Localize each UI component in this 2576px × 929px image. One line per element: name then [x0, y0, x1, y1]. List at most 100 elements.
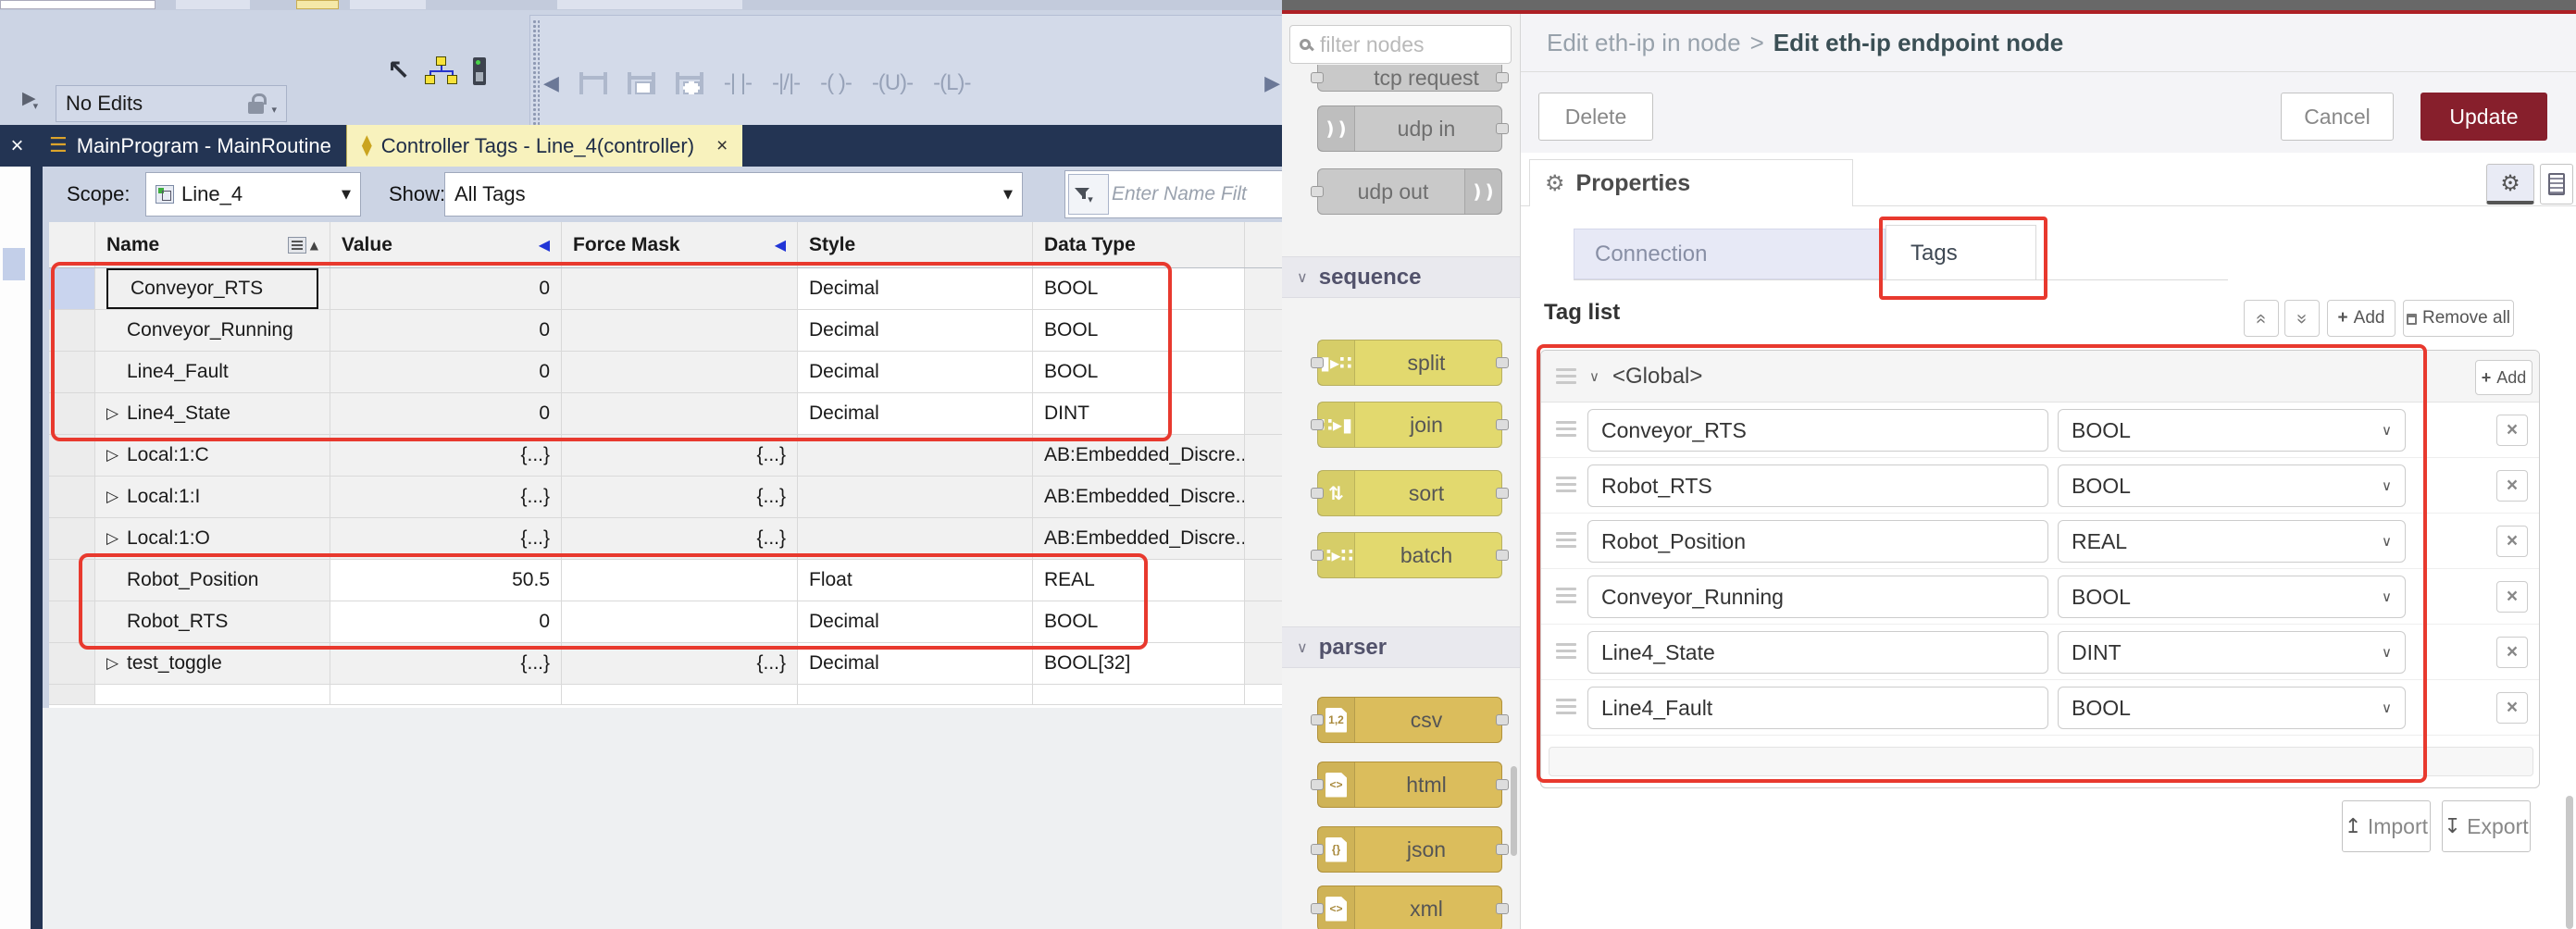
drag-handle-icon[interactable]: [1556, 477, 1576, 492]
output-port[interactable]: [1496, 419, 1509, 430]
row-selector[interactable]: [49, 435, 95, 476]
palette-node-html[interactable]: <>html: [1317, 762, 1502, 808]
sort-options-icon[interactable]: [288, 237, 306, 254]
network-config-icon[interactable]: [425, 56, 458, 86]
output-port[interactable]: [1496, 844, 1509, 855]
tab-connection[interactable]: Connection: [1574, 229, 1885, 279]
remove-tag-button[interactable]: ×: [2496, 692, 2528, 724]
output-port[interactable]: [1496, 123, 1509, 134]
group-add-tag-button[interactable]: +Add: [2475, 360, 2532, 395]
cell-style[interactable]: [798, 435, 1033, 476]
customize-column-icon[interactable]: ◀: [539, 236, 550, 254]
cell-name[interactable]: ▷test_toggle: [95, 643, 330, 684]
tag-name-cell[interactable]: ▷Line4_State: [106, 393, 318, 434]
cell-value[interactable]: 0: [330, 393, 562, 434]
row-selector[interactable]: [49, 477, 95, 517]
table-row[interactable]: ▷Line4_State0DecimalDINT: [49, 393, 1287, 435]
input-port[interactable]: [1311, 844, 1324, 855]
row-selector[interactable]: [49, 601, 95, 642]
table-row[interactable]: Robot_RTS0DecimalBOOL: [49, 601, 1287, 643]
cell-force-mask[interactable]: [562, 268, 798, 309]
cell-force-mask[interactable]: [562, 310, 798, 351]
cell-value[interactable]: {...}: [330, 435, 562, 476]
column-header-force-mask[interactable]: Force Mask ◀: [562, 222, 798, 267]
cell-style[interactable]: Decimal: [798, 643, 1033, 684]
remove-tag-button[interactable]: ×: [2496, 581, 2528, 613]
cell-force-mask[interactable]: {...}: [562, 435, 798, 476]
table-row[interactable]: ▷Local:1:I{...}{...}AB:Embedded_Discre..…: [49, 477, 1287, 518]
remove-tag-button[interactable]: ×: [2496, 526, 2528, 557]
table-row[interactable]: Conveyor_RTS0DecimalBOOL: [49, 268, 1287, 310]
input-port[interactable]: [1311, 72, 1324, 83]
expand-icon[interactable]: ▷: [106, 654, 127, 673]
output-port[interactable]: [1496, 357, 1509, 368]
tag-name-input[interactable]: Robot_Position: [1587, 520, 2048, 563]
drag-handle-icon[interactable]: [1556, 588, 1576, 603]
cell-data-type[interactable]: BOOL: [1033, 310, 1245, 351]
tag-name-cell[interactable]: ▷Local:1:O: [106, 518, 318, 559]
cell-value[interactable]: {...}: [330, 643, 562, 684]
rung-instruction-icon[interactable]: [579, 72, 607, 94]
row-selector[interactable]: [49, 310, 95, 351]
tag-name-input[interactable]: Line4_State: [1587, 631, 2048, 674]
output-port[interactable]: [1496, 714, 1509, 725]
tag-name-cell[interactable]: ▷test_toggle: [106, 643, 318, 684]
sort-widget[interactable]: ▲: [288, 237, 318, 254]
tab-controller-tags[interactable]: ⧫ Controller Tags - Line_4(controller) ×: [346, 125, 742, 167]
tab-tags[interactable]: Tags: [1885, 225, 2036, 280]
input-port[interactable]: [1311, 903, 1324, 914]
tag-name-input[interactable]: Conveyor_RTS: [1587, 409, 2048, 452]
collapsed-panel-edge[interactable]: [31, 167, 43, 929]
input-port[interactable]: [1311, 714, 1324, 725]
cell-force-mask[interactable]: {...}: [562, 518, 798, 559]
close-pane-icon[interactable]: ×: [0, 125, 34, 167]
output-port[interactable]: [1496, 488, 1509, 499]
controller-device-icon[interactable]: [473, 57, 486, 85]
filter-funnel-icon[interactable]: ▾: [1068, 174, 1109, 215]
node-description-icon-button[interactable]: [2540, 164, 2573, 204]
breadcrumb-parent[interactable]: Edit eth-ip in node: [1547, 29, 1741, 57]
row-selector[interactable]: [49, 643, 95, 684]
lock-dropdown-icon[interactable]: ▾: [271, 104, 277, 116]
cell-force-mask[interactable]: {...}: [562, 477, 798, 517]
cell-force-mask[interactable]: [562, 393, 798, 434]
row-selector[interactable]: [49, 560, 95, 601]
cell-value[interactable]: 0: [330, 268, 562, 309]
cell-data-type[interactable]: AB:Embedded_Discre...: [1033, 435, 1245, 476]
chevron-down-icon[interactable]: ∨: [1589, 368, 1599, 385]
cancel-button[interactable]: Cancel: [2281, 93, 2394, 141]
cell-data-type[interactable]: BOOL[32]: [1033, 643, 1245, 684]
cell-style[interactable]: Decimal: [798, 601, 1033, 642]
tag-group-header[interactable]: ∨ <Global> +Add: [1541, 351, 2540, 403]
output-port[interactable]: [1496, 72, 1509, 83]
tag-type-select[interactable]: DINT∨: [2058, 631, 2406, 674]
row-selector[interactable]: [49, 393, 95, 434]
tag-type-select[interactable]: REAL∨: [2058, 520, 2406, 563]
add-tag-button[interactable]: +Add: [2327, 300, 2396, 337]
remove-all-button[interactable]: Remove all: [2403, 300, 2514, 337]
close-tab-icon[interactable]: ×: [716, 135, 728, 157]
row-selector[interactable]: [49, 268, 95, 309]
input-port[interactable]: [1311, 779, 1324, 790]
tag-name-input[interactable]: Conveyor_Running: [1587, 576, 2048, 618]
output-port[interactable]: [1496, 550, 1509, 561]
palette-scrollbar[interactable]: [1511, 766, 1517, 856]
palette-node-join[interactable]: ∷▸▮join: [1317, 402, 1502, 448]
cell-name[interactable]: ▷Local:1:C: [95, 435, 330, 476]
cell-data-type[interactable]: BOOL: [1033, 268, 1245, 309]
name-filter-field[interactable]: ▾ Enter Name Filt: [1064, 170, 1285, 218]
palette-node-json[interactable]: {}json: [1317, 826, 1502, 873]
cell-force-mask[interactable]: [562, 560, 798, 601]
customize-column-icon[interactable]: ◀: [775, 236, 786, 254]
cell-data-type[interactable]: BOOL: [1033, 601, 1245, 642]
tag-type-select[interactable]: BOOL∨: [2058, 464, 2406, 507]
palette-section-parser[interactable]: ∨parser: [1282, 626, 1521, 668]
otu-instruction-icon[interactable]: -(U)-: [872, 70, 913, 96]
cell-name[interactable]: ▷Local:1:I: [95, 477, 330, 517]
xic-instruction-icon[interactable]: -| |-: [724, 70, 752, 96]
cell-name[interactable]: ▷Local:1:O: [95, 518, 330, 559]
drag-handle-icon[interactable]: [1556, 368, 1576, 384]
rung-branch-instruction-icon[interactable]: [628, 72, 655, 94]
palette-section-sequence[interactable]: ∨sequence: [1282, 256, 1521, 298]
expand-icon[interactable]: ▷: [106, 404, 127, 423]
